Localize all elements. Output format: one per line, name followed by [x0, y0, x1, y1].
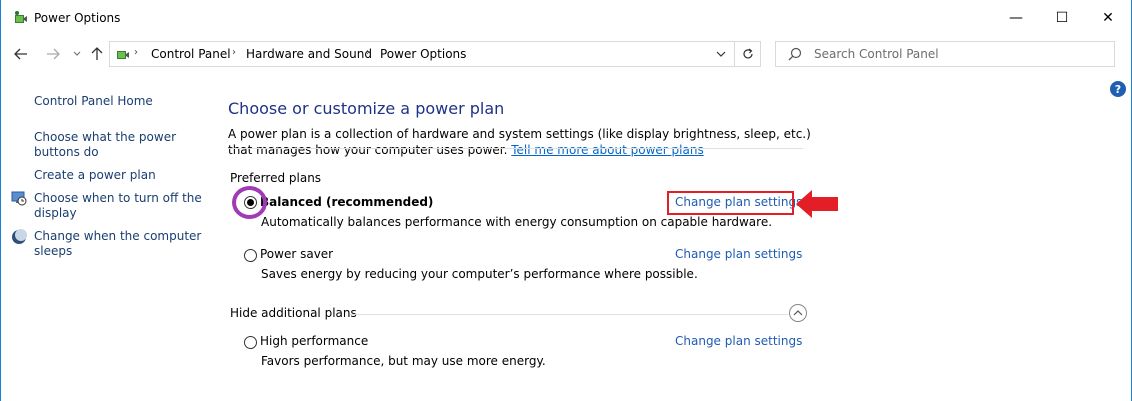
breadcrumb-separator-icon: ›: [366, 47, 370, 58]
power-options-window: Power Options — ☐ ✕ › Control Panel › Ha…: [0, 0, 1132, 401]
power-saver-plan-description: Saves energy by reducing your computer’s…: [261, 267, 698, 281]
balanced-plan-description: Automatically balances performance with …: [261, 215, 773, 229]
chevron-down-icon: [716, 51, 726, 57]
control-panel-home-link[interactable]: Control Panel Home: [34, 94, 153, 109]
refresh-button[interactable]: [735, 42, 761, 66]
breadcrumb-power-options[interactable]: Power Options: [380, 47, 466, 61]
high-performance-plan-description: Favors performance, but may use more ene…: [261, 354, 546, 368]
page-title: Choose or customize a power plan: [228, 99, 505, 118]
power-saver-plan-name[interactable]: Power saver: [260, 247, 333, 261]
search-input[interactable]: [814, 45, 1104, 63]
section-divider: [228, 148, 803, 149]
chevron-down-icon: [73, 51, 81, 56]
balanced-plan-name[interactable]: Balanced (recommended): [260, 195, 433, 209]
high-performance-radio[interactable]: [244, 336, 257, 349]
tell-me-more-link[interactable]: Tell me more about power plans: [511, 143, 703, 157]
breadcrumb-control-panel[interactable]: Control Panel: [151, 47, 231, 61]
up-button[interactable]: [87, 44, 107, 64]
power-buttons-link[interactable]: Choose what the power buttons do: [34, 130, 204, 160]
monitor-clock-icon: [11, 191, 27, 206]
highlight-box-annotation: [667, 191, 794, 215]
computer-sleeps-link[interactable]: Change when the computer sleeps: [34, 229, 204, 259]
address-bar[interactable]: › Control Panel › Hardware and Sound › P…: [109, 41, 761, 67]
search-icon: [788, 47, 802, 61]
up-arrow-icon: [91, 47, 103, 60]
forward-arrow-icon: [47, 48, 60, 60]
breadcrumb-separator-icon: ›: [134, 47, 138, 58]
maximize-icon: ☐: [1055, 10, 1069, 26]
page-description: A power plan is a collection of hardware…: [228, 126, 818, 158]
minimize-icon: —: [1009, 10, 1023, 26]
close-button[interactable]: ✕: [1085, 0, 1131, 36]
forward-button[interactable]: [43, 44, 63, 64]
turn-off-display-link[interactable]: Choose when to turn off the display: [34, 191, 204, 221]
power-options-icon: [15, 11, 27, 23]
control-panel-icon: [117, 51, 129, 59]
collapse-button[interactable]: [789, 304, 807, 322]
back-button[interactable]: [11, 44, 31, 64]
power-saver-change-settings-link[interactable]: Change plan settings: [675, 247, 802, 261]
red-arrow-annotation: [796, 190, 838, 218]
minimize-button[interactable]: —: [993, 0, 1039, 36]
back-arrow-icon: [14, 48, 27, 60]
refresh-icon: [743, 48, 753, 59]
chevron-up-icon: [793, 310, 803, 316]
close-icon: ✕: [1102, 10, 1114, 26]
title-bar: Power Options — ☐ ✕: [1, 0, 1131, 36]
help-icon[interactable]: ?: [1110, 81, 1126, 97]
highlight-circle-annotation: [232, 186, 267, 219]
moon-icon: [12, 229, 27, 244]
high-performance-change-settings-link[interactable]: Change plan settings: [675, 334, 802, 348]
power-saver-radio[interactable]: [244, 249, 257, 262]
recent-locations-button[interactable]: [67, 44, 87, 64]
breadcrumb-separator-icon: ›: [232, 47, 236, 58]
search-box[interactable]: [775, 41, 1115, 67]
breadcrumb-hardware-and-sound[interactable]: Hardware and Sound: [246, 47, 372, 61]
hide-additional-plans-header[interactable]: Hide additional plans: [230, 306, 357, 320]
preferred-plans-header: Preferred plans: [230, 171, 322, 185]
maximize-button[interactable]: ☐: [1039, 0, 1085, 36]
create-power-plan-link[interactable]: Create a power plan: [34, 168, 156, 183]
address-dropdown-button[interactable]: [710, 42, 732, 66]
section-divider: [350, 314, 788, 315]
high-performance-plan-name[interactable]: High performance: [260, 334, 368, 348]
navigation-bar: › Control Panel › Hardware and Sound › P…: [1, 36, 1131, 72]
window-title: Power Options: [34, 11, 121, 25]
